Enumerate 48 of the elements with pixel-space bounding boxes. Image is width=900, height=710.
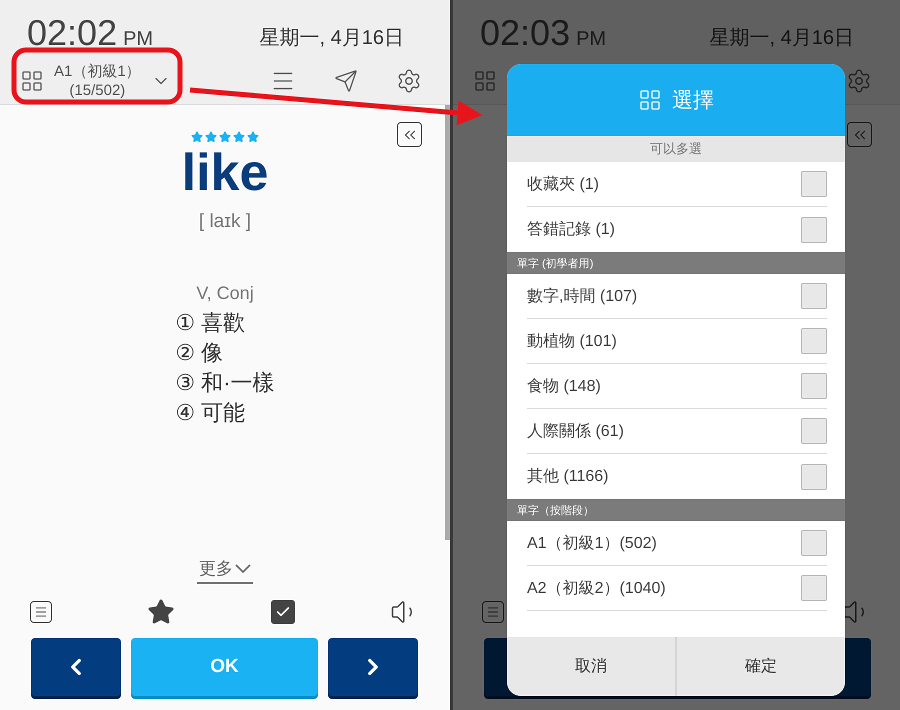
checkbox[interactable]: [801, 464, 827, 490]
option-label: 數字,時間 (107): [527, 286, 638, 306]
phonetic-text: [ laɪk ]: [198, 211, 252, 233]
option-label: 答錯記錄 (1): [527, 220, 615, 240]
option-label: A2（初級2）(1040): [527, 578, 666, 598]
more-link[interactable]: 更多: [197, 557, 253, 584]
option-label: 人際關係 (61): [527, 422, 624, 442]
date-label: 星期一, 4月16日: [260, 26, 404, 52]
level-selector[interactable]: A1（初級1） (15/502): [54, 62, 141, 100]
notes-icon[interactable]: [30, 601, 52, 623]
meaning-text: ③ 和·一樣: [175, 369, 275, 397]
option-label: 收藏夾 (1): [527, 174, 599, 194]
checkbox[interactable]: [801, 373, 827, 399]
collapse-button[interactable]: [397, 122, 422, 147]
section-header: 單字（按階段）: [507, 499, 845, 521]
confirm-button[interactable]: 確定: [677, 637, 845, 696]
settings-icon[interactable]: [846, 68, 872, 94]
option-label: 其他 (1166): [527, 466, 609, 487]
checkbox[interactable]: [801, 575, 827, 601]
option-label: 食物 (148): [527, 376, 601, 396]
dialog-title: 選擇: [672, 88, 714, 114]
checkbox[interactable]: [801, 283, 827, 309]
checkbox[interactable]: [801, 216, 827, 242]
meaning-text: ② 像: [175, 339, 224, 367]
date-label: 星期一, 4月16日: [710, 26, 854, 52]
meaning-text: ① 喜歡: [175, 309, 246, 337]
settings-icon[interactable]: [396, 68, 422, 94]
checkbox[interactable]: [801, 418, 827, 444]
grid-icon: [473, 68, 497, 93]
cancel-button[interactable]: 取消: [507, 637, 675, 696]
checkbox-icon[interactable]: [270, 600, 295, 624]
grid-icon: [638, 88, 662, 112]
checkbox[interactable]: [801, 530, 827, 556]
hint-text: 可以多選: [507, 136, 845, 162]
checkbox[interactable]: [801, 171, 827, 197]
grid-icon: [20, 68, 44, 93]
checkbox[interactable]: [801, 328, 827, 354]
star-icon[interactable]: [147, 598, 176, 626]
option-label: 動植物 (101): [527, 332, 617, 352]
clock-time: 02:02 PM: [27, 15, 154, 52]
part-of-speech: V, Conj: [196, 283, 254, 304]
meaning-text: ④ 可能: [175, 399, 246, 427]
clock-time: 02:03 PM: [480, 15, 606, 52]
vocabulary-word: like: [182, 145, 268, 201]
section-header: 單字 (初學者用): [507, 252, 845, 274]
option-label: A1（初級1）(502): [527, 534, 657, 554]
send-icon[interactable]: [334, 68, 358, 93]
chevron-down-icon: [235, 564, 251, 573]
